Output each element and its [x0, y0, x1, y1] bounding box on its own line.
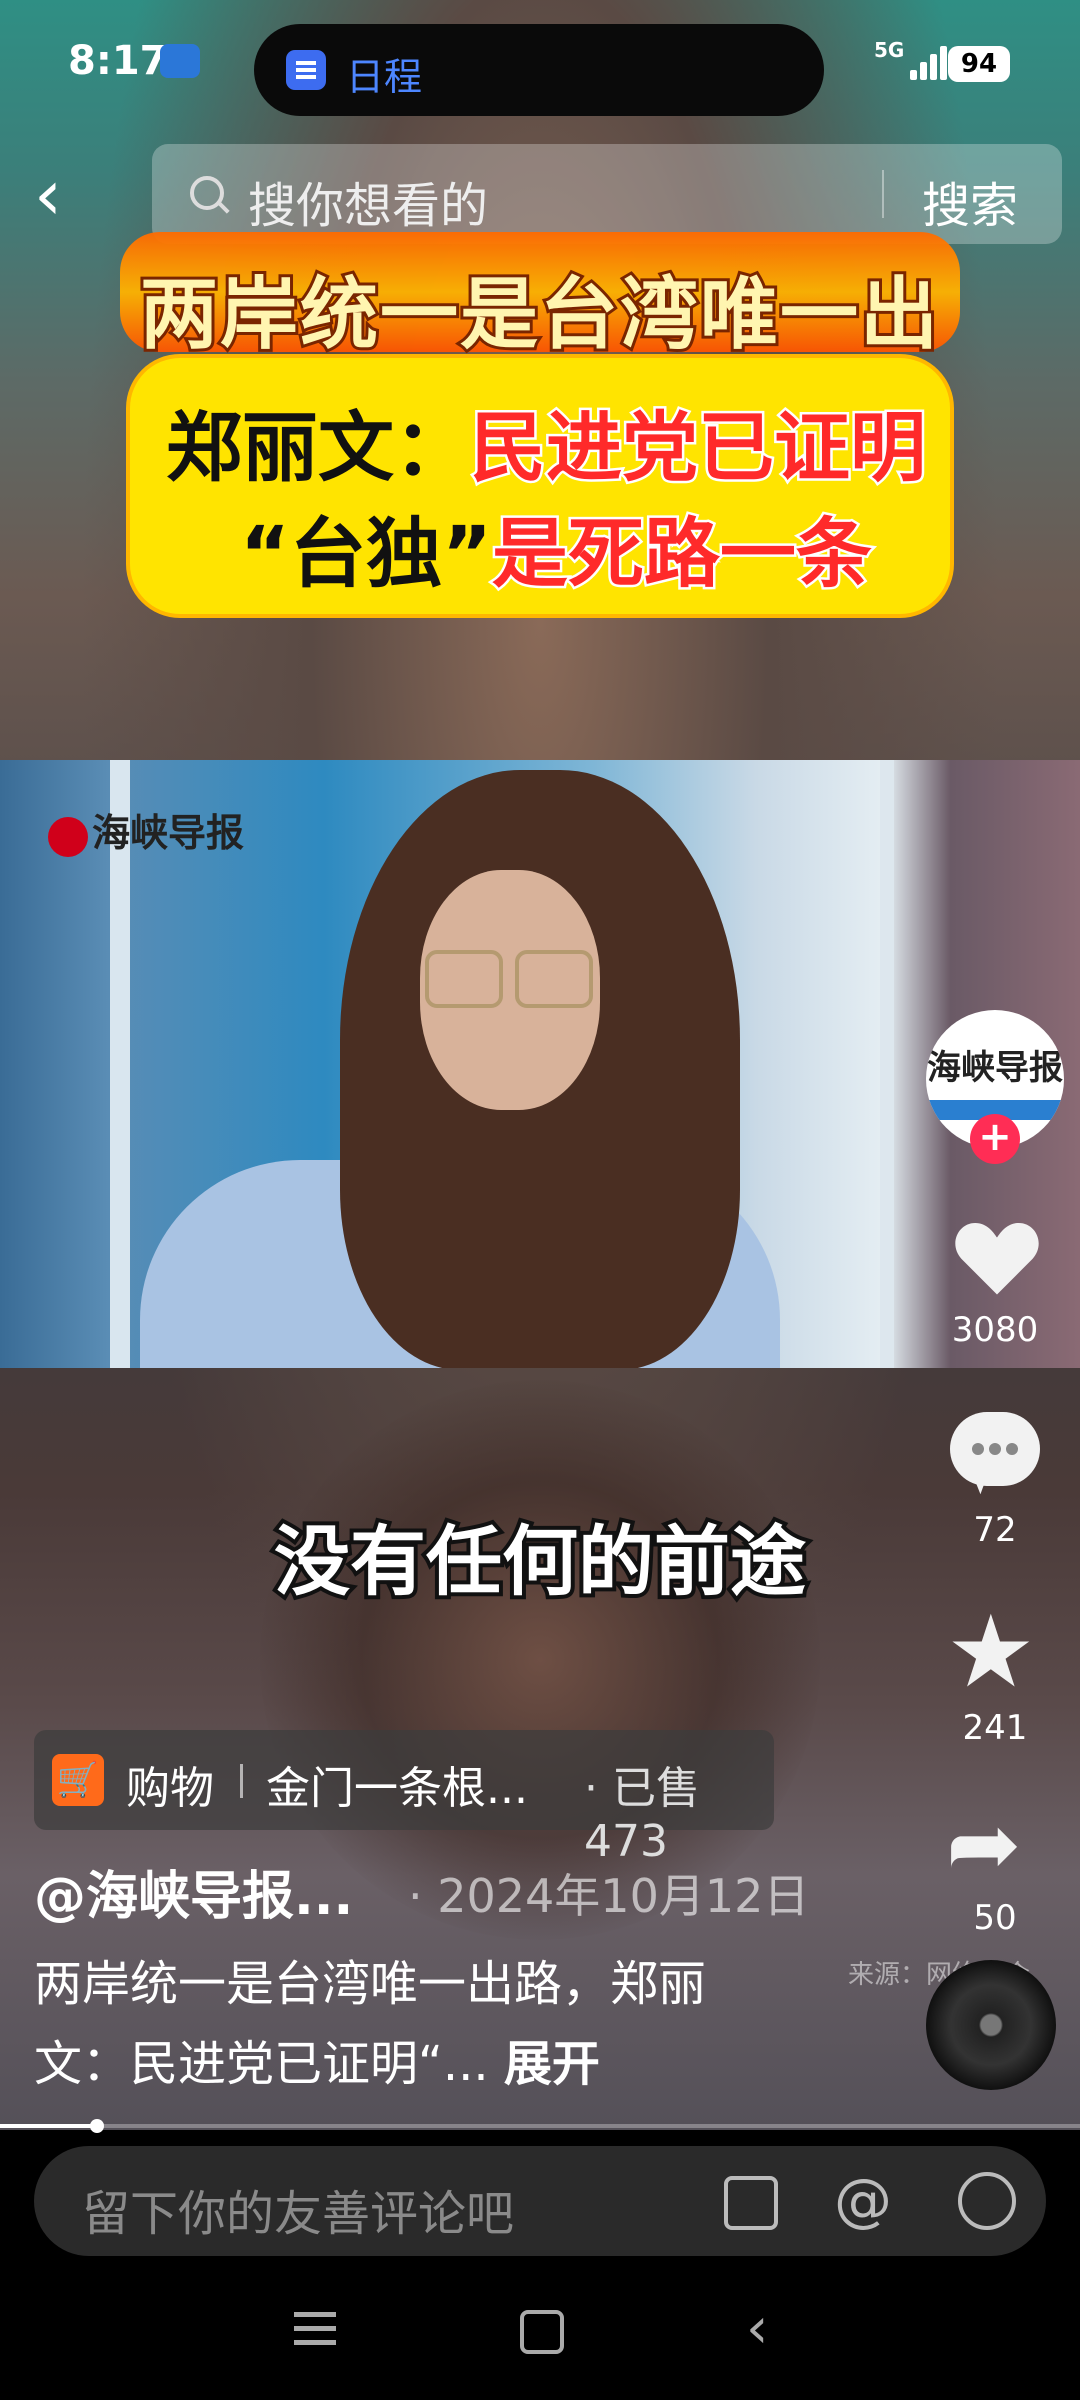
headline-quote: “台独”: [240, 509, 492, 598]
like-icon[interactable]: [952, 1218, 1042, 1298]
dynamic-island[interactable]: 日程: [254, 24, 824, 116]
search-bar[interactable]: 搜你想看的 搜索: [152, 144, 1062, 244]
comment-count: 72: [973, 1510, 1017, 1550]
back-button[interactable]: ‹: [34, 155, 94, 235]
headline-line-2: “台独”是死路一条: [240, 492, 874, 602]
emoji-icon[interactable]: [958, 2172, 1016, 2230]
notification-app-icon: [160, 44, 200, 78]
shop-product: 金门一条根...: [266, 1763, 528, 1814]
description-text: 两岸统一是台湾唯一出路，郑丽文：民进党已证明“...: [34, 1956, 707, 2092]
shop-sold: · 已售473: [584, 1763, 700, 1867]
comment-placeholder: 留下你的友善评论吧: [82, 2186, 515, 2242]
channel-logo-text: 海峡导报: [92, 810, 245, 855]
mention-icon[interactable]: @: [834, 2166, 892, 2234]
signal-icon: [906, 46, 950, 80]
expand-link[interactable]: 展开: [504, 2036, 600, 2092]
search-icon: [190, 176, 224, 210]
nav-back-button[interactable]: ‹: [746, 2296, 768, 2361]
video-subtitle: 没有任何的前途: [270, 1513, 810, 1610]
video-progress-bar[interactable]: [0, 2119, 1080, 2133]
battery-indicator: 94: [948, 46, 1010, 82]
system-nav-bar: ‹: [0, 2260, 1080, 2400]
image-icon[interactable]: [724, 2176, 778, 2230]
shop-divider: [240, 1764, 243, 1798]
headline-red-2: 是死路一条: [489, 507, 874, 601]
shopping-card[interactable]: 🛒 购物 金门一条根... · 已售473: [34, 1730, 774, 1867]
avatar-text: 海峡导报: [927, 1048, 1063, 1088]
headline-box: 郑丽文：民进党已证明 “台独”是死路一条: [130, 358, 950, 614]
favorite-icon[interactable]: ★: [946, 1602, 1036, 1702]
island-label: 日程: [346, 55, 423, 99]
video-frame[interactable]: 海峡导报: [0, 760, 1080, 1368]
share-icon[interactable]: ➦: [946, 1800, 1021, 1890]
network-type: 5G: [874, 38, 905, 62]
search-button[interactable]: 搜索: [922, 166, 1018, 236]
status-time: 8:17: [68, 38, 168, 84]
home-button[interactable]: [520, 2310, 564, 2354]
recents-button[interactable]: [294, 2312, 336, 2346]
search-divider: [882, 170, 884, 218]
follow-button[interactable]: +: [970, 1114, 1020, 1164]
comment-icon[interactable]: [950, 1412, 1040, 1486]
glasses-right: [515, 950, 593, 1008]
cart-icon: 🛒: [52, 1754, 104, 1806]
headline-red-1: 民进党已证明: [468, 401, 929, 495]
author-name[interactable]: @海峡导报...: [34, 1854, 353, 1929]
search-placeholder: 搜你想看的: [248, 178, 489, 234]
share-count: 50: [973, 1898, 1017, 1938]
favorite-count: 241: [962, 1708, 1028, 1748]
post-description[interactable]: 两岸统一是台湾唯一出路，郑丽文：民进党已证明“... 展开: [34, 1944, 794, 2104]
channel-logo-mark: [48, 816, 88, 857]
comment-input[interactable]: 留下你的友善评论吧 @: [34, 2146, 1046, 2256]
progress-handle[interactable]: [90, 2119, 104, 2133]
headline-line-1: 郑丽文：民进党已证明: [166, 386, 929, 496]
status-bar: 8:17 日程 5G 94: [0, 0, 1080, 130]
channel-logo: 海峡导报: [48, 802, 244, 857]
post-date: · 2024年10月12日: [408, 1869, 810, 1923]
music-disc-icon[interactable]: [926, 1960, 1056, 2090]
headline-speaker: 郑丽文：: [166, 403, 470, 492]
like-count: 3080: [951, 1310, 1039, 1350]
studio-pillar: [880, 760, 894, 1368]
glasses-left: [425, 950, 503, 1008]
calendar-icon: [286, 50, 326, 90]
shop-label: 购物: [126, 1763, 214, 1814]
progress-fill: [0, 2124, 97, 2128]
